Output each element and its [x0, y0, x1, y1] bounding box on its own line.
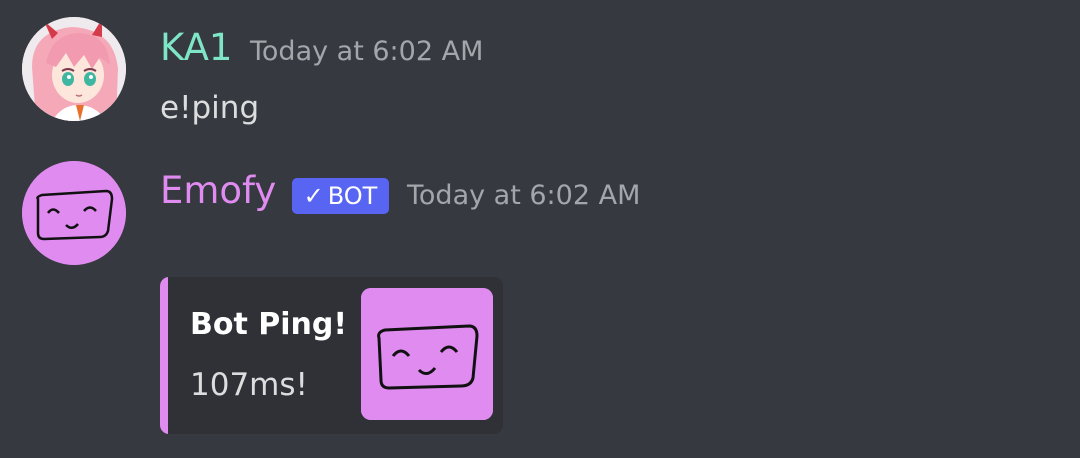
- embed-accent-bar: [160, 277, 168, 434]
- anime-girl-avatar-icon: [22, 17, 126, 121]
- user-avatar-emofy[interactable]: [22, 161, 126, 265]
- message-ka1: KA1 Today at 6:02 AM e!ping: [0, 0, 1080, 140]
- verified-check-icon: ✓: [303, 182, 324, 210]
- smiling-face-avatar-icon: [22, 161, 126, 265]
- username-ka1[interactable]: KA1: [160, 26, 232, 70]
- message-timestamp: Today at 6:02 AM: [407, 180, 641, 211]
- embed-description: 107ms!: [190, 367, 308, 403]
- embed-card: Bot Ping! 107ms!: [160, 277, 503, 434]
- user-avatar-ka1[interactable]: [22, 17, 126, 121]
- bot-tag: ✓ BOT: [292, 178, 389, 214]
- bot-tag-label: BOT: [327, 182, 378, 210]
- embed-thumbnail[interactable]: [361, 288, 493, 420]
- embed-title: Bot Ping!: [190, 307, 348, 342]
- username-emofy[interactable]: Emofy: [160, 169, 276, 213]
- message-timestamp: Today at 6:02 AM: [250, 36, 484, 67]
- message-content: e!ping: [160, 90, 260, 126]
- smiling-face-thumbnail-icon: [361, 288, 493, 420]
